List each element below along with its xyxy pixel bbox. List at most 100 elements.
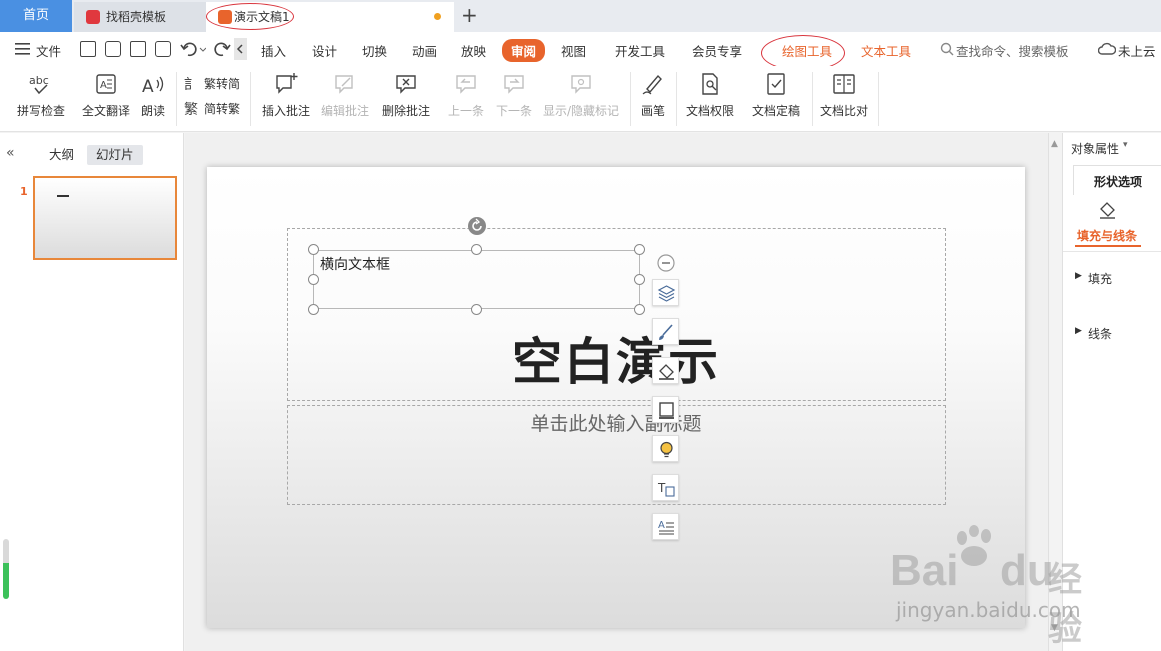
- prev-comment-icon: [456, 75, 476, 94]
- redo-icon[interactable]: [213, 40, 231, 58]
- layers-button[interactable]: [652, 279, 679, 306]
- trad-to-simp-button[interactable]: 訁 繁转简: [184, 74, 246, 93]
- tab-home[interactable]: 首页: [0, 0, 72, 32]
- effects-button[interactable]: [652, 435, 679, 462]
- delete-comment-icon: [396, 75, 416, 94]
- resize-handle[interactable]: [308, 244, 319, 255]
- read-aloud-button[interactable]: A 朗读: [136, 66, 170, 128]
- pen-button[interactable]: 画笔: [636, 66, 670, 128]
- delete-comment-button[interactable]: 删除批注: [376, 66, 436, 128]
- next-comment-button[interactable]: 下一条: [492, 66, 536, 128]
- docer-logo-icon: [86, 10, 100, 24]
- search-icon: [940, 42, 954, 56]
- resize-handle[interactable]: [471, 244, 482, 255]
- collapse-pane-icon[interactable]: «: [6, 145, 15, 161]
- hamburger-icon[interactable]: [15, 43, 30, 55]
- svg-text:A: A: [658, 520, 665, 531]
- save-icon[interactable]: [80, 41, 96, 57]
- menu-transition[interactable]: 切换: [362, 41, 387, 60]
- tab-slides[interactable]: 幻灯片: [87, 145, 143, 165]
- menu-developer[interactable]: 开发工具: [615, 41, 665, 60]
- doc-permission-button[interactable]: 文档权限: [682, 66, 738, 128]
- slide-thumbnail[interactable]: [33, 176, 177, 260]
- svg-text:A: A: [100, 80, 107, 91]
- menu-insert[interactable]: 插入: [261, 41, 286, 60]
- print-preview-icon[interactable]: [155, 41, 171, 57]
- collapse-toolbar-icon[interactable]: [656, 253, 676, 273]
- export-icon[interactable]: [105, 41, 121, 57]
- spell-check-button[interactable]: abc 拼写检查: [8, 66, 74, 128]
- delete-comment-label: 删除批注: [381, 104, 430, 118]
- title-bar: 首页 找稻壳模板 演示文稿1 +: [0, 0, 1161, 32]
- doc-finalize-button[interactable]: 文档定稿: [744, 66, 808, 128]
- object-properties-title[interactable]: 对象属性: [1071, 140, 1119, 157]
- new-tab-button[interactable]: +: [461, 4, 478, 26]
- read-aloud-label: 朗读: [140, 104, 165, 118]
- translate-label: 全文翻译: [81, 104, 130, 118]
- menu-member[interactable]: 会员专享: [692, 41, 742, 60]
- tab-shape-options[interactable]: 形状选项: [1073, 165, 1161, 195]
- menu-view[interactable]: 视图: [561, 41, 586, 60]
- slide-number: 1: [20, 185, 28, 198]
- insert-comment-button[interactable]: 插入批注: [258, 66, 314, 128]
- doc-permission-icon: [702, 73, 718, 95]
- svg-text:abc: abc: [29, 74, 49, 87]
- menu-design[interactable]: 设计: [312, 41, 337, 60]
- outline-button[interactable]: [652, 396, 679, 423]
- prev-comment-label: 上一条: [447, 104, 484, 118]
- watermark-brand: Bai: [890, 546, 959, 595]
- unsaved-dot: [434, 13, 441, 20]
- undo-icon[interactable]: [180, 40, 206, 58]
- next-comment-icon: [504, 75, 524, 94]
- text-style-button[interactable]: A: [652, 513, 679, 540]
- print-icon[interactable]: [130, 41, 146, 57]
- translate-button[interactable]: A 全文翻译: [80, 66, 132, 128]
- prev-comment-button[interactable]: 上一条: [444, 66, 488, 128]
- fill-section[interactable]: 填充: [1088, 270, 1112, 287]
- slide-subtitle[interactable]: 单击此处输入副标题: [207, 411, 1025, 437]
- lightbulb-icon: [660, 441, 673, 458]
- edit-comment-button[interactable]: 编辑批注: [318, 66, 372, 128]
- edit-comment-icon: [335, 75, 353, 94]
- slide-title[interactable]: 空白演示: [207, 332, 1025, 392]
- show-markup-icon: [571, 75, 591, 94]
- zoom-indicator[interactable]: [3, 539, 9, 599]
- separator: [676, 72, 677, 126]
- watermark-brand-2: du: [1000, 546, 1054, 595]
- menu-file[interactable]: 文件: [36, 41, 61, 60]
- menu-text-tools[interactable]: 文本工具: [861, 41, 911, 60]
- tab-template[interactable]: 找稻壳模板: [74, 2, 206, 32]
- resize-handle[interactable]: [308, 304, 319, 315]
- rotate-handle-icon[interactable]: [467, 216, 487, 236]
- horizontal-textbox[interactable]: 横向文本框: [313, 250, 640, 309]
- show-hide-markup-button[interactable]: 显示/隐藏标记: [540, 66, 622, 128]
- spell-check-icon: abc: [29, 74, 49, 95]
- menu-slideshow[interactable]: 放映: [461, 41, 486, 60]
- text-wrap-button[interactable]: T: [652, 474, 679, 501]
- scroll-up-icon[interactable]: ▲: [1051, 139, 1058, 149]
- menu-review[interactable]: 审阅: [502, 39, 546, 62]
- fill-button[interactable]: [652, 357, 679, 384]
- chevron-left-icon: [236, 44, 243, 54]
- expand-line-icon: ▶: [1075, 326, 1082, 336]
- textbox-text[interactable]: 横向文本框: [320, 254, 390, 274]
- doc-finalize-icon: [767, 73, 785, 95]
- scroll-left-button[interactable]: [234, 38, 247, 60]
- resize-handle[interactable]: [634, 244, 645, 255]
- resize-handle[interactable]: [471, 304, 482, 315]
- resize-handle[interactable]: [634, 304, 645, 315]
- line-section[interactable]: 线条: [1088, 325, 1112, 342]
- resize-handle[interactable]: [308, 274, 319, 285]
- thumbnail-title-mark: [57, 195, 69, 197]
- resize-handle[interactable]: [634, 274, 645, 285]
- format-brush-button[interactable]: [652, 318, 679, 345]
- cloud-status[interactable]: 未上云: [1118, 41, 1156, 60]
- tab-outline[interactable]: 大纲: [40, 145, 83, 165]
- chevron-down-icon: ▾: [1123, 140, 1128, 150]
- doc-compare-button[interactable]: 文档比对: [816, 66, 872, 128]
- fill-line-icon[interactable]: [1097, 199, 1117, 219]
- command-search[interactable]: 查找命令、搜索模板: [956, 41, 1069, 60]
- menu-animation[interactable]: 动画: [412, 41, 437, 60]
- simp-to-trad-button[interactable]: 繁 简转繁: [184, 99, 246, 118]
- fill-line-tab[interactable]: 填充与线条: [1077, 227, 1137, 244]
